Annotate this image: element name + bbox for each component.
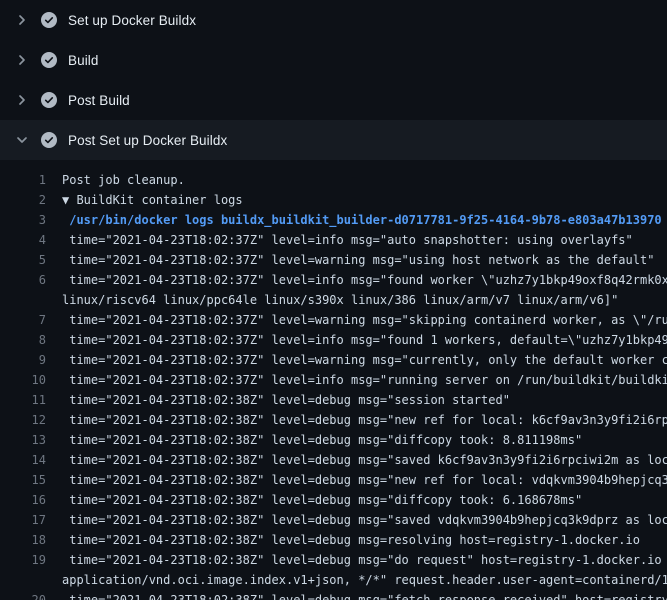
log-text: time="2021-04-23T18:02:38Z" level=debug …	[62, 550, 667, 570]
log-line-20: 20 time="2021-04-23T18:02:38Z" level=deb…	[0, 590, 667, 600]
step-label: Post Build	[68, 93, 130, 108]
command-text: /usr/bin/docker logs buildx_buildkit_bui…	[62, 210, 662, 230]
log-text: time="2021-04-23T18:02:38Z" level=debug …	[62, 590, 667, 600]
line-number[interactable]: 18	[0, 530, 46, 550]
log-text: time="2021-04-23T18:02:38Z" level=debug …	[62, 490, 582, 510]
log-line-continuation: application/vnd.oci.image.index.v1+json,…	[0, 570, 667, 590]
line-number[interactable]: 14	[0, 450, 46, 470]
check-circle-icon	[41, 132, 57, 148]
step-header-post-set-up-docker-buildx[interactable]: Post Set up Docker Buildx	[0, 120, 667, 160]
log-line-3: 3 /usr/bin/docker logs buildx_buildkit_b…	[0, 210, 667, 230]
log-line-7: 7 time="2021-04-23T18:02:37Z" level=warn…	[0, 310, 667, 330]
line-number[interactable]: 13	[0, 430, 46, 450]
check-circle-icon	[41, 12, 57, 28]
log-text: linux/riscv64 linux/ppc64le linux/s390x …	[62, 290, 618, 310]
log-line-15: 15 time="2021-04-23T18:02:38Z" level=deb…	[0, 470, 667, 490]
line-number[interactable]: 4	[0, 230, 46, 250]
log-text: application/vnd.oci.image.index.v1+json,…	[62, 570, 667, 590]
log-text: time="2021-04-23T18:02:38Z" level=debug …	[62, 410, 667, 430]
line-number[interactable]: 7	[0, 310, 46, 330]
line-number[interactable]: 10	[0, 370, 46, 390]
log-text: time="2021-04-23T18:02:38Z" level=debug …	[62, 450, 667, 470]
line-number	[0, 290, 46, 310]
chevron-right-icon	[14, 52, 30, 68]
chevron-right-icon	[14, 92, 30, 108]
log-text: time="2021-04-23T18:02:37Z" level=warnin…	[62, 250, 654, 270]
line-number[interactable]: 19	[0, 550, 46, 570]
log-line-2: 2 ▼ BuildKit container logs	[0, 190, 667, 210]
log-line-12: 12 time="2021-04-23T18:02:38Z" level=deb…	[0, 410, 667, 430]
log-line-9: 9 time="2021-04-23T18:02:37Z" level=warn…	[0, 350, 667, 370]
line-number[interactable]: 20	[0, 590, 46, 600]
log-text: time="2021-04-23T18:02:38Z" level=debug …	[62, 510, 667, 530]
line-number[interactable]: 5	[0, 250, 46, 270]
line-number	[0, 570, 46, 590]
log-line-11: 11 time="2021-04-23T18:02:38Z" level=deb…	[0, 390, 667, 410]
line-number[interactable]: 15	[0, 470, 46, 490]
log-text: time="2021-04-23T18:02:38Z" level=debug …	[62, 390, 510, 410]
log-line-18: 18 time="2021-04-23T18:02:38Z" level=deb…	[0, 530, 667, 550]
step-label: Set up Docker Buildx	[68, 13, 196, 28]
log-line-13: 13 time="2021-04-23T18:02:38Z" level=deb…	[0, 430, 667, 450]
log-line-4: 4 time="2021-04-23T18:02:37Z" level=info…	[0, 230, 667, 250]
line-number[interactable]: 11	[0, 390, 46, 410]
log-line-16: 16 time="2021-04-23T18:02:38Z" level=deb…	[0, 490, 667, 510]
log-line-17: 17 time="2021-04-23T18:02:38Z" level=deb…	[0, 510, 667, 530]
log-body: 1 Post job cleanup. 2 ▼ BuildKit container …	[0, 160, 667, 600]
line-number[interactable]: 2	[0, 190, 46, 210]
log-line-19: 19 time="2021-04-23T18:02:38Z" level=deb…	[0, 550, 667, 570]
log-line-14: 14 time="2021-04-23T18:02:38Z" level=deb…	[0, 450, 667, 470]
log-text: time="2021-04-23T18:02:37Z" level=warnin…	[62, 310, 667, 330]
log-text: time="2021-04-23T18:02:38Z" level=debug …	[62, 430, 582, 450]
step-header-build[interactable]: Build	[0, 40, 667, 80]
log-line-continuation: linux/riscv64 linux/ppc64le linux/s390x …	[0, 290, 667, 310]
log-text: time="2021-04-23T18:02:37Z" level=info m…	[62, 370, 667, 390]
step-header-post-build[interactable]: Post Build	[0, 80, 667, 120]
line-number[interactable]: 3	[0, 210, 46, 230]
log-text: time="2021-04-23T18:02:38Z" level=debug …	[62, 470, 667, 490]
log-text: time="2021-04-23T18:02:37Z" level=info m…	[62, 270, 667, 290]
chevron-right-icon	[14, 12, 30, 28]
log-line-8: 8 time="2021-04-23T18:02:37Z" level=info…	[0, 330, 667, 350]
line-number[interactable]: 6	[0, 270, 46, 290]
line-number[interactable]: 8	[0, 330, 46, 350]
log-text: time="2021-04-23T18:02:38Z" level=debug …	[62, 530, 640, 550]
step-header-set-up-docker-buildx[interactable]: Set up Docker Buildx	[0, 0, 667, 40]
check-circle-icon	[41, 52, 57, 68]
log-line-5: 5 time="2021-04-23T18:02:37Z" level=warn…	[0, 250, 667, 270]
step-label: Build	[68, 53, 99, 68]
line-number[interactable]: 9	[0, 350, 46, 370]
log-text: time="2021-04-23T18:02:37Z" level=info m…	[62, 330, 667, 350]
step-label: Post Set up Docker Buildx	[68, 133, 227, 148]
line-number[interactable]: 16	[0, 490, 46, 510]
log-line-6: 6 time="2021-04-23T18:02:37Z" level=info…	[0, 270, 667, 290]
line-number[interactable]: 1	[0, 170, 46, 190]
line-number[interactable]: 12	[0, 410, 46, 430]
log-text: Post job cleanup.	[62, 170, 185, 190]
log-line-1: 1 Post job cleanup.	[0, 170, 667, 190]
chevron-down-icon	[14, 132, 30, 148]
log-group-toggle[interactable]: ▼ BuildKit container logs	[62, 190, 243, 210]
log-text: time="2021-04-23T18:02:37Z" level=warnin…	[62, 350, 667, 370]
log-line-10: 10 time="2021-04-23T18:02:37Z" level=inf…	[0, 370, 667, 390]
actions-log-viewer: Set up Docker Buildx Build Post Build Po…	[0, 0, 667, 600]
log-text: time="2021-04-23T18:02:37Z" level=info m…	[62, 230, 633, 250]
check-circle-icon	[41, 92, 57, 108]
line-number[interactable]: 17	[0, 510, 46, 530]
